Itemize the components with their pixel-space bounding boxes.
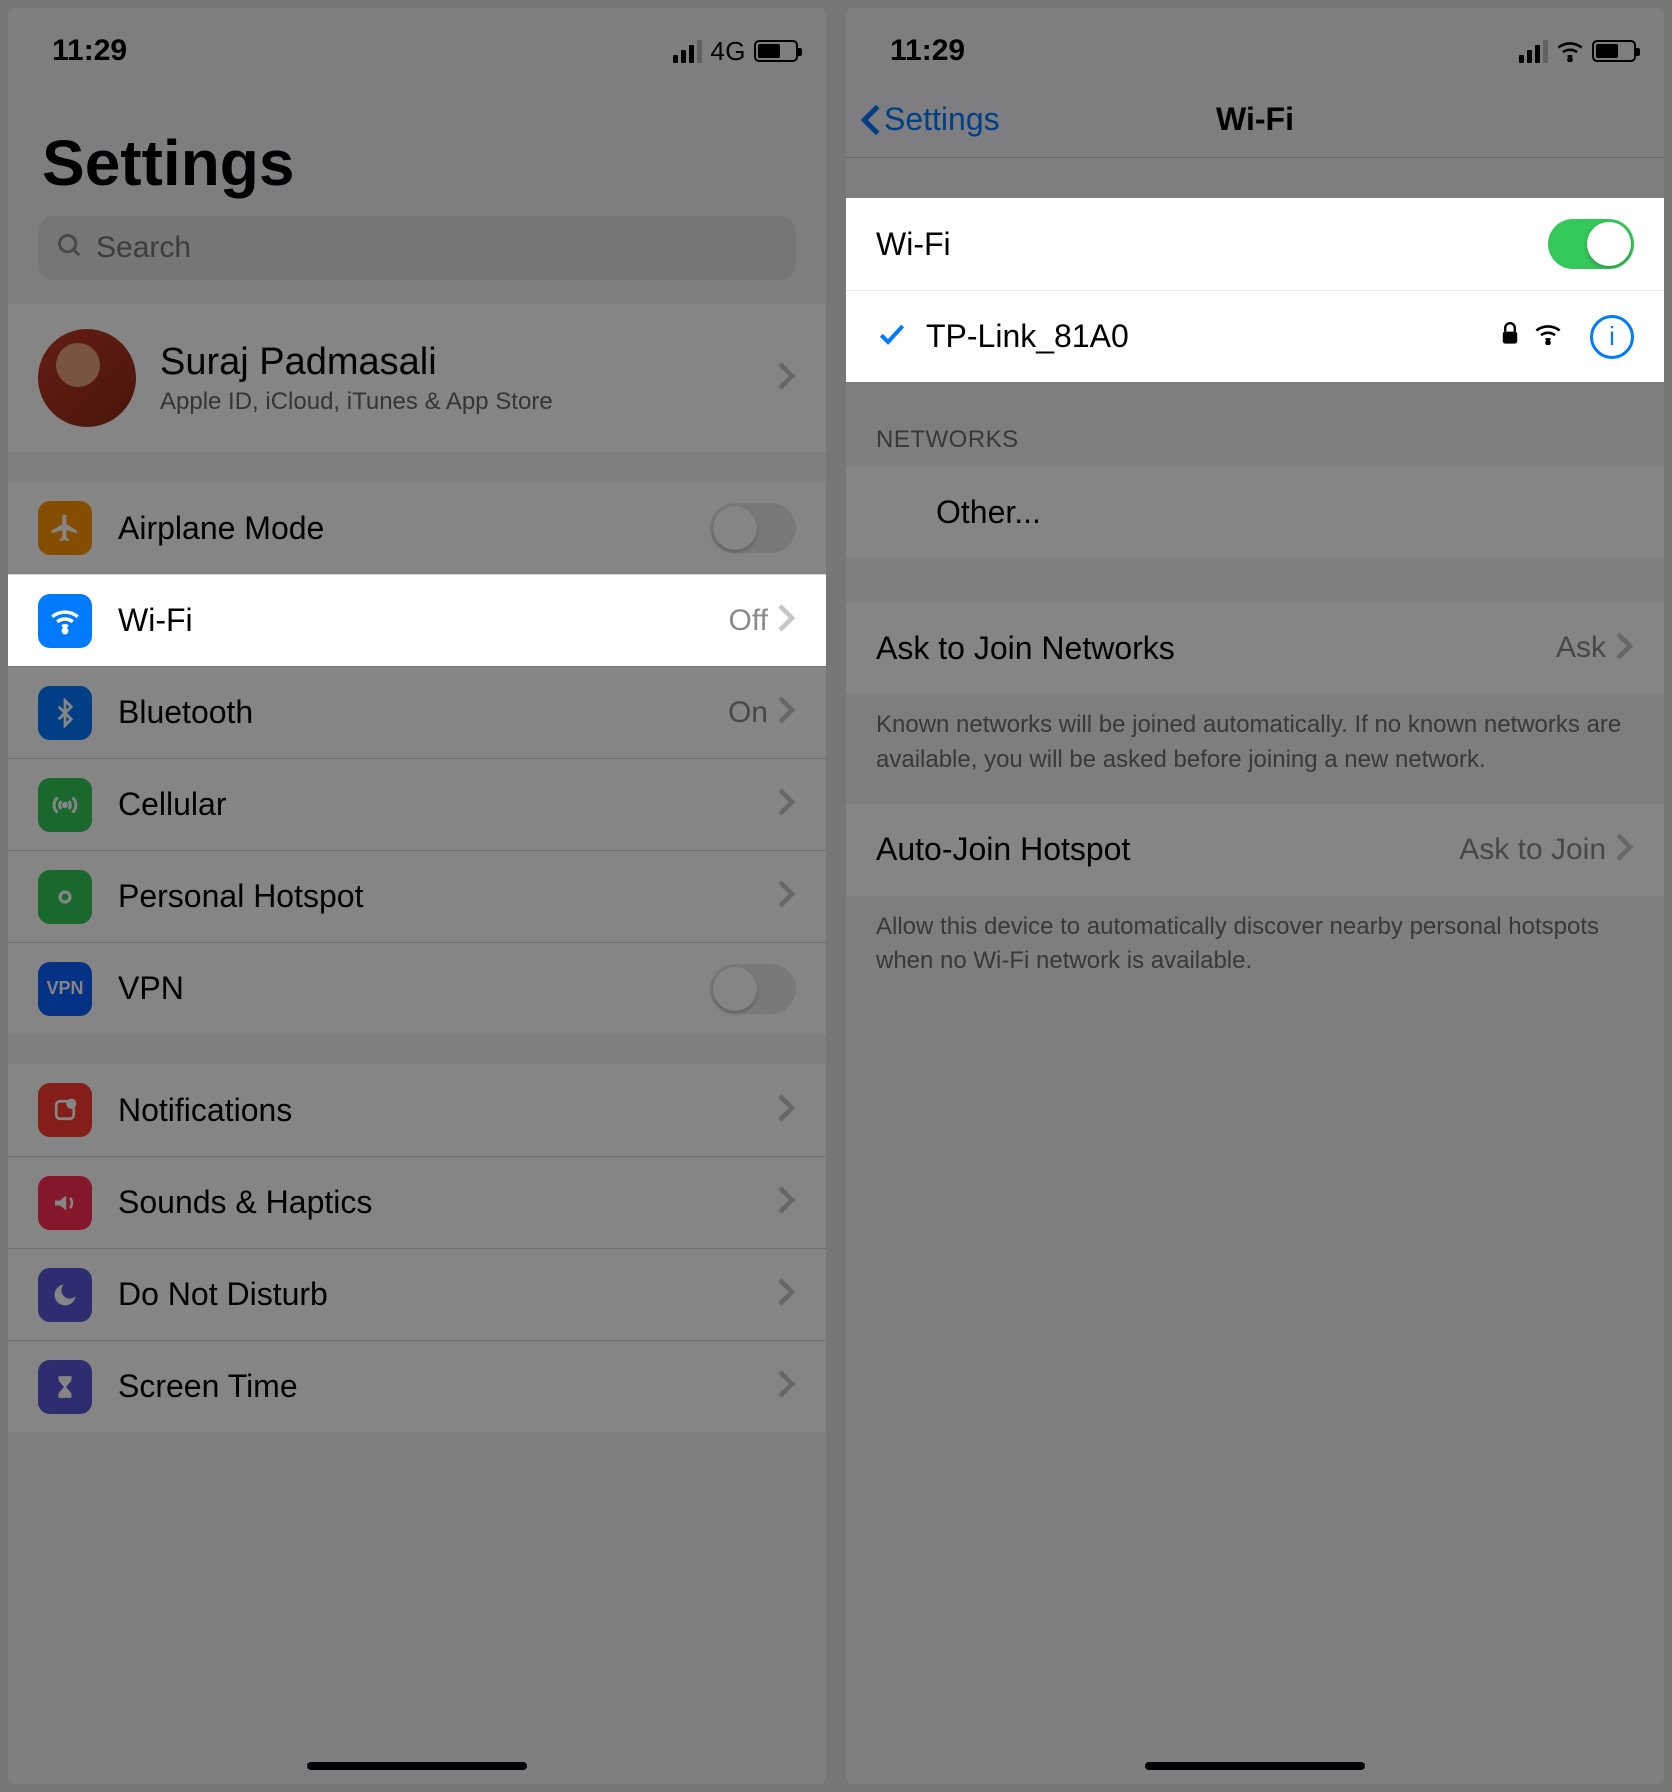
status-bar: 11:29 4G [8,8,826,82]
row-label: Notifications [118,1092,292,1129]
bluetooth-icon [38,686,92,740]
nav-bar: Settings Wi-Fi [846,82,1664,158]
vpn-icon: VPN [38,962,92,1016]
status-time: 11:29 [890,34,965,68]
signal-icon [673,40,702,63]
page-title: Settings [8,82,826,216]
wifi-screen: 11:29 Settings Wi-Fi Wi-Fi TP- [846,8,1664,1784]
airplane-toggle[interactable] [710,503,796,553]
connected-network-row[interactable]: TP-Link_81A0 i [846,290,1664,382]
back-button[interactable]: Settings [860,101,1000,138]
battery-icon [1592,40,1636,62]
hourglass-icon [38,1360,92,1414]
screentime-row[interactable]: Screen Time [8,1340,826,1432]
chevron-right-icon [776,787,796,822]
wifi-signal-icon [1534,323,1562,350]
battery-icon [754,40,798,62]
chevron-left-icon [860,103,882,137]
chevron-right-icon [776,361,796,396]
join-footer-note: Known networks will be joined automatica… [846,694,1664,804]
chevron-right-icon [776,1093,796,1128]
hotspot-icon [38,870,92,924]
info-button[interactable]: i [1590,315,1634,359]
row-label: Auto-Join Hotspot [876,831,1130,868]
chevron-right-icon [776,603,796,638]
nav-title: Wi-Fi [1216,101,1294,138]
profile-sub: Apple ID, iCloud, iTunes & App Store [160,388,553,416]
notifications-row[interactable]: Notifications [8,1064,826,1156]
chevron-right-icon [776,695,796,730]
bluetooth-row[interactable]: Bluetooth On [8,666,826,758]
vpn-toggle[interactable] [710,964,796,1014]
wifi-toggle[interactable] [1548,219,1634,269]
network-name: TP-Link_81A0 [926,318,1129,355]
wifi-toggle-row[interactable]: Wi-Fi [846,198,1664,290]
moon-icon [38,1268,92,1322]
search-bar[interactable] [38,216,796,280]
search-input[interactable] [96,231,778,265]
sounds-icon [38,1176,92,1230]
profile-name: Suraj Padmasali [160,341,553,384]
signal-icon [1519,40,1548,63]
row-label: Airplane Mode [118,510,324,547]
home-indicator[interactable] [307,1762,527,1770]
row-label: VPN [118,970,184,1007]
row-label: Bluetooth [118,694,253,731]
notifications-icon [38,1083,92,1137]
other-network-row[interactable]: Other... [846,466,1664,558]
back-label: Settings [884,101,1000,138]
wifi-icon [38,594,92,648]
status-bar: 11:29 [846,8,1664,82]
home-indicator[interactable] [1145,1762,1365,1770]
row-label: Sounds & Haptics [118,1184,372,1221]
profile-row[interactable]: Suraj Padmasali Apple ID, iCloud, iTunes… [8,304,826,452]
cellular-row[interactable]: Cellular [8,758,826,850]
wifi-status-icon [1556,40,1584,62]
airplane-icon [38,501,92,555]
row-label: Personal Hotspot [118,878,363,915]
sounds-row[interactable]: Sounds & Haptics [8,1156,826,1248]
network-label: 4G [710,36,746,67]
row-label: Cellular [118,786,226,823]
dnd-row[interactable]: Do Not Disturb [8,1248,826,1340]
row-label: Do Not Disturb [118,1276,328,1313]
section-header-networks: NETWORKS [846,382,1664,466]
auto-join-hotspot-row[interactable]: Auto-Join Hotspot Ask to Join [846,804,1664,896]
chevron-right-icon [776,1369,796,1404]
row-value: Ask [1556,631,1606,665]
hotspot-footer-note: Allow this device to automatically disco… [846,896,1664,1006]
row-label: Wi-Fi [876,226,951,263]
cellular-icon [38,778,92,832]
checkmark-icon [876,318,908,355]
airplane-mode-row[interactable]: Airplane Mode [8,482,826,574]
vpn-row[interactable]: VPN VPN [8,942,826,1034]
row-label: Ask to Join Networks [876,630,1175,667]
avatar [38,329,136,427]
row-label: Wi-Fi [118,602,193,639]
row-value: On [728,696,768,730]
ask-to-join-row[interactable]: Ask to Join Networks Ask [846,602,1664,694]
search-icon [56,232,84,265]
status-time: 11:29 [52,34,127,68]
chevron-right-icon [776,879,796,914]
row-label: Other... [936,494,1041,531]
hotspot-row[interactable]: Personal Hotspot [8,850,826,942]
row-label: Screen Time [118,1368,298,1405]
chevron-right-icon [776,1277,796,1312]
lock-icon [1500,322,1520,351]
settings-screen: 11:29 4G Settings Suraj Padmasali Apple … [8,8,826,1784]
row-value: Off [729,604,768,638]
wifi-row[interactable]: Wi-Fi Off [8,574,826,666]
chevron-right-icon [1614,832,1634,867]
chevron-right-icon [1614,631,1634,666]
chevron-right-icon [776,1185,796,1220]
row-value: Ask to Join [1459,833,1606,867]
